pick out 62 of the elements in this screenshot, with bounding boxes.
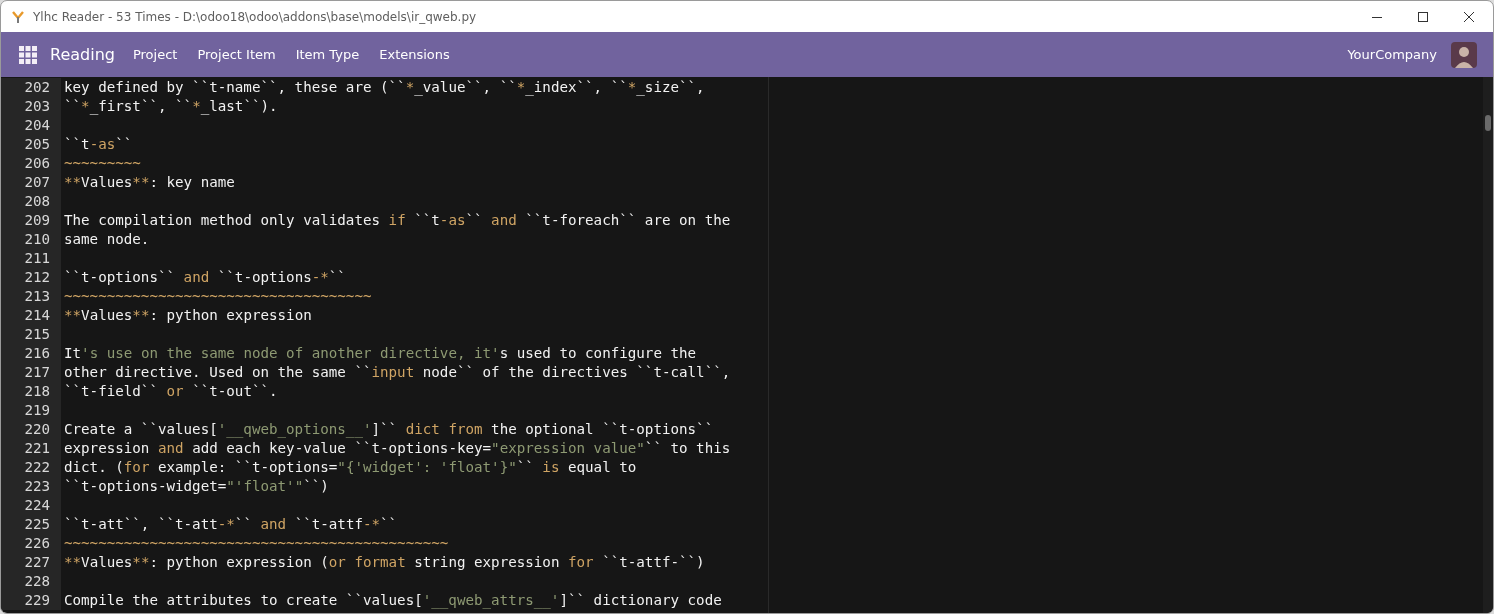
window-title: Ylhc Reader - 53 Times - D:\odoo18\odoo\addons\base\models\ir_qweb.py [33,9,478,24]
line-number: 222 [1,458,61,477]
menu-item[interactable]: Project [132,47,178,62]
line-number: 224 [1,496,61,515]
line-number: 207 [1,173,61,192]
line-number: 214 [1,306,61,325]
line-number: 218 [1,382,61,401]
code-line: dict. (for example: ``t-options="{'widget': 'float'}"`` is equal to [63,458,637,477]
code-line: **Values**: python expression [63,306,312,325]
line-number: 206 [1,154,61,173]
user-avatar-icon[interactable] [1451,41,1477,68]
line-number: 215 [1,325,61,344]
line-number: 229 [1,591,61,610]
code-line: other directive. Used on the same ``input node`` of the directives ``t-call``, [63,363,731,382]
line-number: 205 [1,135,61,154]
code-line: Create a ``values['__qweb_options__']`` dict from the optional ``t-options`` [63,420,714,439]
line-number: 210 [1,230,61,249]
menu-item[interactable]: Project Item [197,47,276,62]
code-line: **Values**: python expression (or format string expression for ``t-attf-``) [63,553,705,572]
line-number: 226 [1,534,61,553]
code-line: Compile the attributes to create ``values['__qweb_attrs__']`` dictionary code [63,591,722,610]
line-number: 216 [1,344,61,363]
line-number: 209 [1,211,61,230]
scrollbar-thumb[interactable] [1485,115,1491,131]
code-line: ~~~~~~~~~ [63,154,141,173]
code-line: ~~~~~~~~~~~~~~~~~~~~~~~~~~~~~~~~~~~~ [63,287,372,306]
code-line: ``t-options`` and ``t-options-*`` [63,268,346,287]
line-number: 204 [1,116,61,135]
code-line: expression and add each key-value ``t-options-key="expression value"`` to this [63,439,731,458]
company-switcher[interactable]: YourCompany [1347,47,1437,62]
line-number: 223 [1,477,61,496]
code-line: ``t-att``, ``t-att-*`` and ``t-attf-*`` [63,515,398,534]
line-number: 213 [1,287,61,306]
line-number: 217 [1,363,61,382]
code-line: It's use on the same node of another directive, it's used to configure the [63,344,697,363]
code-line: ~~~~~~~~~~~~~~~~~~~~~~~~~~~~~~~~~~~~~~~~~~~~~ [63,534,449,553]
apps-grid-icon[interactable] [19,45,37,64]
code-line: same node. [63,230,150,249]
code-line: **Values**: key name [63,173,235,192]
app-name[interactable]: Reading [50,45,115,64]
line-number: 212 [1,268,61,287]
close-icon[interactable] [1463,10,1475,23]
line-number: 220 [1,420,61,439]
line-number: 203 [1,97,61,116]
line-number: 219 [1,401,61,420]
code-line: key defined by ``t-name``, these are (``*_value``, ``*_index``, ``*_size``, [63,78,705,97]
line-number: 202 [1,78,61,97]
line-number: 208 [1,192,61,211]
app-logo-icon [11,9,25,24]
line-number: 227 [1,553,61,572]
code-line: ``t-field`` or ``t-out``. [63,382,278,401]
line-number: 225 [1,515,61,534]
line-number: 221 [1,439,61,458]
code-line: The compilation method only validates if ``t-as`` and ``t-foreach`` are on the [63,211,731,230]
line-number: 228 [1,572,61,591]
maximize-icon[interactable] [1417,10,1429,23]
menu-item[interactable]: Item Type [295,47,360,62]
code-line: ``*_first``, ``*_last``). [63,97,278,116]
code-line: ``t-as`` [63,135,133,154]
code-line: ``t-options-widget="'float'"``) [63,477,329,496]
line-number: 211 [1,249,61,268]
menu-item[interactable]: Extensions [379,47,450,62]
